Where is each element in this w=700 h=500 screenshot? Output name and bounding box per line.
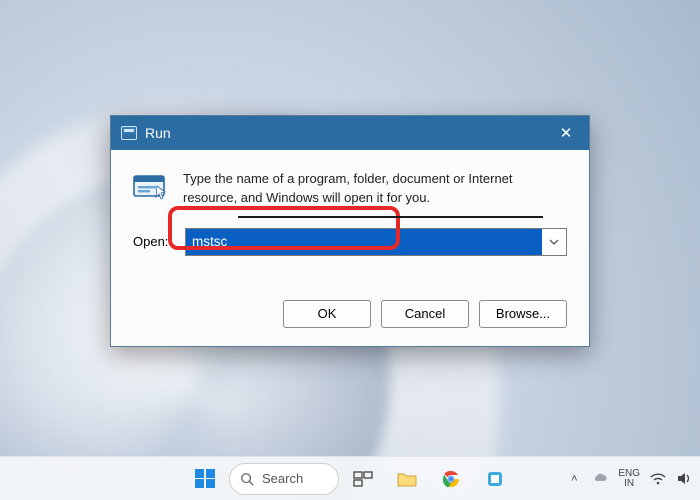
volume-icon[interactable] [676, 471, 692, 487]
task-view-icon [353, 471, 373, 487]
dialog-body: Type the name of a program, folder, docu… [111, 150, 589, 286]
run-titlebar-icon [121, 126, 137, 140]
run-app-icon [133, 172, 167, 200]
tray-overflow-button[interactable]: ˄ [566, 471, 582, 487]
titlebar[interactable]: Run ✕ [111, 116, 589, 150]
taskbar-app-generic[interactable] [475, 459, 515, 499]
tray-onedrive-icon[interactable] [592, 471, 608, 487]
dialog-description: Type the name of a program, folder, docu… [183, 170, 567, 208]
language-indicator[interactable]: ENG IN [618, 469, 640, 489]
button-row: OK Cancel Browse... [111, 286, 589, 346]
combobox-chevron-icon[interactable] [542, 229, 566, 255]
start-button[interactable] [185, 459, 225, 499]
ok-button[interactable]: OK [283, 300, 371, 328]
window-title: Run [145, 125, 543, 141]
taskbar: Search ˄ ENG IN [0, 456, 700, 500]
system-tray: ˄ ENG IN [566, 469, 692, 489]
run-dialog: Run ✕ Type the name of a program, folder… [110, 115, 590, 347]
windows-logo-icon [195, 469, 215, 489]
open-label: Open: [133, 234, 173, 249]
wifi-icon[interactable] [650, 471, 666, 487]
taskbar-app-explorer[interactable] [387, 459, 427, 499]
taskbar-search[interactable]: Search [229, 463, 339, 495]
app-icon [486, 470, 504, 488]
close-button[interactable]: ✕ [543, 116, 589, 150]
chrome-icon [442, 470, 460, 488]
open-input[interactable] [186, 229, 542, 255]
taskbar-center: Search [185, 459, 515, 499]
search-placeholder: Search [262, 471, 303, 486]
open-combobox[interactable] [185, 228, 567, 256]
folder-icon [397, 471, 417, 487]
task-view-button[interactable] [343, 459, 383, 499]
search-icon [240, 472, 254, 486]
taskbar-app-chrome[interactable] [431, 459, 471, 499]
close-icon: ✕ [560, 124, 573, 142]
cancel-button[interactable]: Cancel [381, 300, 469, 328]
browse-button[interactable]: Browse... [479, 300, 567, 328]
